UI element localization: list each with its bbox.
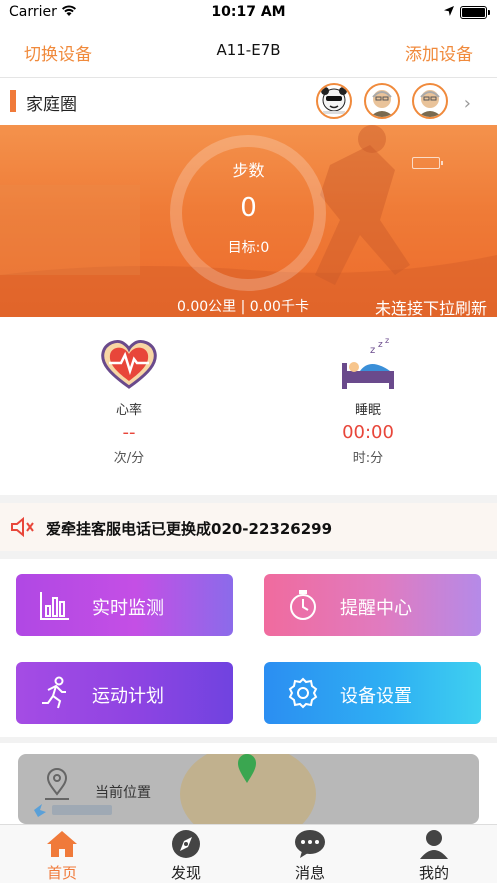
family-circle-row[interactable]: 家庭圈 › [0,78,497,125]
sleep-unit: 时:分 [352,451,384,466]
device-battery-icon [412,157,443,169]
announcement-bar[interactable]: 爱牵挂客服电话已更换成020-22326299 [0,503,497,551]
avatar[interactable] [364,83,400,119]
svg-text:z: z [378,340,383,350]
chevron-right-icon[interactable]: › [464,93,471,114]
section-divider [0,737,497,743]
announcement-text: 爱牵挂客服电话已更换成020-22326299 [46,520,333,538]
tab-bar: 首页 发现 消息 我的 [0,824,497,883]
tile-label: 运动计划 [92,686,164,707]
map-provider-logo [34,804,112,817]
distance-calorie-stats: 0.00公里 | 0.00千卡 [177,299,309,315]
running-icon [42,676,66,709]
feature-grid: 实时监测 提醒中心 运动计划 设备设置 [0,559,497,737]
heart-rate-widget[interactable]: 心率 -- 次/分 [29,337,229,466]
home-icon [47,831,77,857]
pull-refresh-hint: 未连接下拉刷新 [374,299,487,317]
svg-text:z: z [385,337,389,345]
steps-value: 0 [240,193,257,223]
section-accent-bar [10,90,16,112]
reminder-center-button[interactable]: 提醒中心 [264,574,481,636]
sleep-value: 00:00 [342,422,394,443]
tab-label: 我的 [418,864,449,882]
tab-profile[interactable]: 我的 [389,829,479,883]
message-icon [295,830,325,858]
avatar[interactable] [316,83,352,119]
current-location-card[interactable]: 当前位置 [18,754,479,824]
section-divider [0,495,497,503]
sleep-label: 睡眠 [354,403,381,418]
heart-rate-icon [101,339,157,389]
avatar[interactable] [412,83,448,119]
sleep-icon: z z z [342,337,394,389]
current-location-label: 当前位置 [95,785,151,801]
profile-icon [420,830,448,859]
gear-icon [288,677,318,709]
vitals-section: 心率 -- 次/分 z z z 睡眠 00:00 时:分 [0,317,497,495]
realtime-monitor-button[interactable]: 实时监测 [16,574,233,636]
nav-bar: 切换设备 A11-E7B 添加设备 [0,26,497,78]
location-arrow-icon [444,6,454,16]
device-settings-button[interactable]: 设备设置 [264,662,481,724]
map-pin-icon [238,754,256,783]
add-device-button[interactable]: 添加设备 [405,40,473,65]
switch-device-button[interactable]: 切换设备 [24,40,92,65]
svg-text:z: z [370,345,375,356]
location-pin-icon [45,768,69,800]
tile-label: 提醒中心 [340,598,412,619]
step-summary-panel[interactable]: 步数 0 目标:0 0.00公里 | 0.00千卡 未连接下拉刷新 [0,125,497,317]
bar-chart-icon [40,592,69,620]
tab-home[interactable]: 首页 [17,829,107,883]
heart-rate-unit: 次/分 [113,451,145,466]
clock: 10:17 AM [211,4,286,20]
heart-rate-label: 心率 [115,403,142,418]
tab-label: 发现 [170,864,201,882]
stopwatch-icon [290,590,316,620]
tab-label: 消息 [294,864,325,882]
exercise-plan-button[interactable]: 运动计划 [16,662,233,724]
compass-icon [172,830,200,858]
tab-messages[interactable]: 消息 [265,829,355,883]
elder-avatar-icon [370,90,394,117]
battery-icon [460,6,490,19]
tab-discover[interactable]: 发现 [141,829,231,883]
status-bar: Carrier 10:17 AM [0,0,497,26]
tile-label: 设备设置 [340,686,412,707]
steps-target: 目标:0 [227,240,270,256]
tile-label: 实时监测 [92,598,164,619]
heart-rate-value: -- [122,422,136,443]
family-circle-title: 家庭圈 [26,95,77,115]
tab-label: 首页 [46,864,77,882]
speaker-icon [11,516,34,538]
elder-avatar-icon [418,90,442,117]
panda-avatar-icon [321,87,347,114]
section-divider [0,551,497,559]
sleep-widget[interactable]: z z z 睡眠 00:00 时:分 [268,337,468,466]
